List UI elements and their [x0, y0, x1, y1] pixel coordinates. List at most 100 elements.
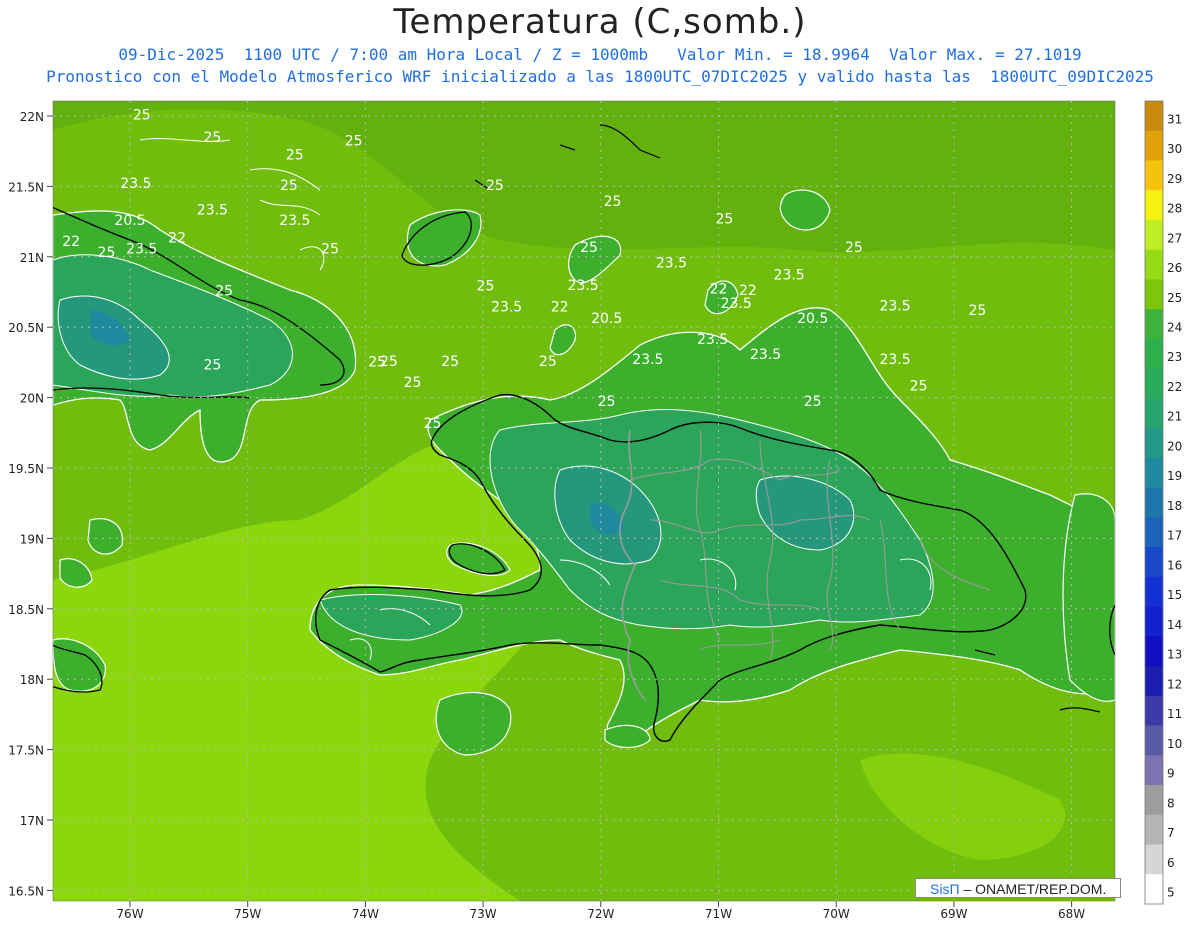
contour-label: 23.5: [491, 300, 522, 316]
credit-text: – ONAMET/REP.DOM.: [963, 881, 1107, 897]
colorbar-swatch: [1145, 338, 1163, 370]
contour-label: 23.5: [879, 352, 910, 368]
contour-label: 25: [203, 357, 221, 373]
lat-label: 17N: [20, 814, 44, 828]
colorbar-label: 16: [1167, 558, 1182, 572]
colorbar-swatch: [1145, 844, 1163, 875]
contour-label: 25: [203, 130, 221, 146]
contour-label: 23.5: [279, 213, 310, 229]
lon-label: 72W: [587, 907, 614, 921]
contour-label: 25: [98, 245, 116, 261]
colorbar-swatch: [1145, 398, 1163, 429]
colorbar-label: 21: [1167, 410, 1182, 424]
colorbar-label: 15: [1167, 588, 1182, 602]
lat-label: 20.5N: [8, 321, 44, 335]
colorbar-label: 25: [1167, 291, 1182, 305]
contour-label: 23.5: [126, 241, 157, 257]
contour-label: 20.5: [591, 311, 622, 327]
colorbar-label: 30: [1167, 142, 1182, 156]
contour-label: 23.5: [632, 352, 663, 368]
contour-label: 23.5: [120, 176, 151, 192]
contour-label: 25: [969, 303, 987, 319]
lon-label: 69W: [940, 907, 967, 921]
contour-label: 25: [715, 212, 733, 228]
contour-label: 23.5: [879, 298, 910, 314]
lat-label: 16.5N: [8, 884, 44, 898]
colorbar-label: 31: [1167, 112, 1182, 126]
colorbar-label: 29: [1167, 172, 1182, 186]
colorbar-label: 22: [1167, 380, 1182, 394]
colorbar-swatch: [1145, 101, 1163, 132]
contour-label: 25: [280, 178, 298, 194]
map-plot-area: [53, 101, 1115, 901]
lat-label: 21.5N: [8, 180, 44, 194]
contour-label: 20.5: [114, 213, 145, 229]
contour-label: 25: [910, 379, 928, 395]
colorbar-label: 18: [1167, 499, 1182, 513]
contour-label: 23.5: [774, 267, 805, 283]
lon-label: 75W: [234, 907, 261, 921]
colorbar-swatch: [1145, 249, 1163, 280]
contour-label: 23.5: [750, 347, 781, 363]
lon-label: 76W: [116, 907, 143, 921]
colorbar-swatch: [1145, 309, 1163, 340]
colorbar-swatch: [1145, 576, 1163, 608]
colorbar-swatch: [1145, 219, 1163, 251]
colorbar-label: 19: [1167, 469, 1182, 483]
lat-label: 19.5N: [8, 462, 44, 476]
contour-label: 23.5: [197, 203, 228, 219]
colorbar-label: 8: [1167, 796, 1175, 810]
colorbar-label: 9: [1167, 767, 1175, 781]
colorbar-label: 12: [1167, 677, 1182, 691]
contour-label: 25: [215, 284, 233, 300]
contour-label: 25: [539, 354, 557, 370]
colorbar-label: 6: [1167, 856, 1175, 870]
contour-label: 25: [604, 194, 622, 210]
colorbar-label: 5: [1167, 886, 1175, 900]
colorbar-label: 11: [1167, 707, 1182, 721]
contour-label: 23.5: [568, 278, 599, 294]
contour-label: 25: [477, 279, 495, 295]
contour-label: 25: [286, 148, 304, 164]
colorbar-swatch: [1145, 368, 1163, 399]
colorbar-label: 28: [1167, 202, 1182, 216]
lon-label: 70W: [823, 907, 850, 921]
colorbar-label: 10: [1167, 737, 1182, 751]
colorbar-swatch: [1145, 636, 1163, 667]
colorbar-swatch: [1145, 695, 1163, 727]
colorbar-swatch: [1145, 279, 1163, 310]
contour-label: 25: [133, 108, 151, 124]
lon-label: 73W: [470, 907, 497, 921]
contour-label: 25: [845, 240, 863, 256]
colorbar-swatch: [1145, 725, 1163, 756]
lat-label: 22N: [20, 110, 44, 124]
lat-label: 17.5N: [8, 744, 44, 758]
colorbar-label: 26: [1167, 261, 1182, 275]
temperature-colorbar: 31 30 29 28 27 26 25 24 23 22 21 20 19 18 17 16 15 14 13 12…: [1144, 100, 1182, 905]
contour-label: 20.5: [797, 311, 828, 327]
colorbar-label: 23: [1167, 350, 1182, 364]
lon-label: 71W: [705, 907, 732, 921]
colorbar-swatch: [1145, 487, 1163, 518]
colorbar-swatch: [1145, 547, 1163, 578]
colorbar-swatch: [1145, 517, 1163, 548]
lat-label: 21N: [20, 251, 44, 265]
colorbar-label: 14: [1167, 618, 1182, 632]
lon-label: 74W: [352, 907, 379, 921]
contour-label: 25: [424, 416, 442, 432]
colorbar-swatch: [1145, 814, 1163, 846]
lat-label: 18.5N: [8, 603, 44, 617]
colorbar-swatch: [1145, 606, 1163, 637]
colorbar-swatch: [1145, 874, 1163, 905]
contour-label: 22: [168, 231, 186, 247]
contour-label: 25: [404, 375, 422, 391]
contour-label: 25: [441, 354, 459, 370]
contour-label: 25: [321, 241, 339, 257]
contour-label: 25: [380, 354, 398, 370]
lat-label: 18N: [20, 673, 44, 687]
colorbar-swatch: [1145, 190, 1163, 221]
colorbar-swatch: [1145, 160, 1163, 191]
contour-label: 22: [551, 300, 569, 316]
contour-label: 25: [580, 240, 598, 256]
temperature-map: 2525 25252523.523.520.5 23.52222 23.525 2525…: [8, 100, 1182, 921]
